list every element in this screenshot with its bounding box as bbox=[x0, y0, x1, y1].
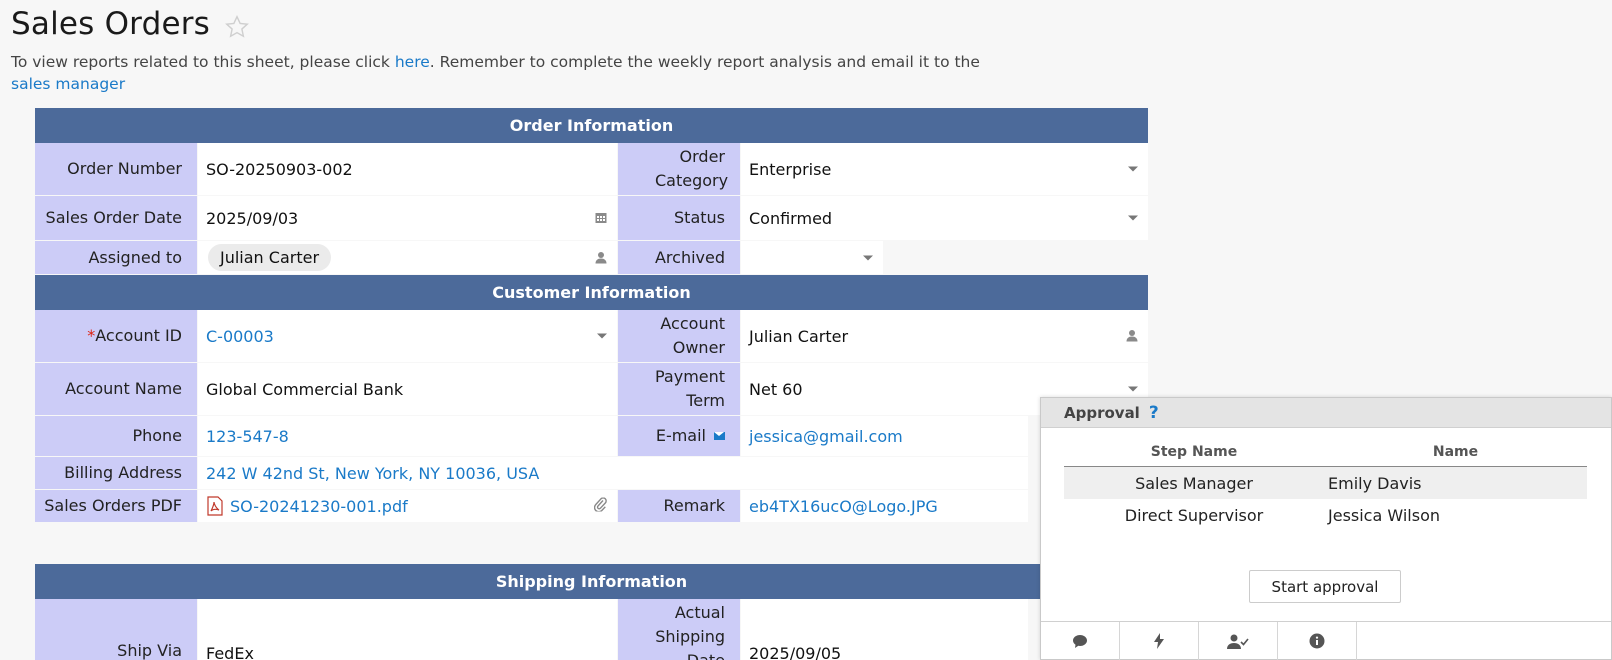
sales-order-date-label: Sales Order Date bbox=[35, 196, 197, 240]
info-icon[interactable] bbox=[1278, 622, 1357, 660]
account-id-label: * Account ID bbox=[35, 310, 197, 362]
assigned-to-label: Assigned to bbox=[35, 241, 197, 274]
start-approval-button[interactable]: Start approval bbox=[1249, 570, 1401, 603]
section-header-shipping: Shipping Information bbox=[35, 564, 1148, 599]
calendar-icon[interactable] bbox=[595, 209, 607, 228]
remark-field[interactable]: eb4TX16ucO@Logo.JPG bbox=[741, 490, 1028, 522]
ship-via-field[interactable]: FedEx bbox=[198, 599, 617, 660]
account-id-select[interactable]: C-00003 bbox=[198, 310, 617, 362]
user-icon[interactable] bbox=[595, 248, 607, 267]
paperclip-icon[interactable] bbox=[593, 497, 607, 516]
comment-icon[interactable] bbox=[1041, 622, 1120, 660]
help-icon[interactable]: ? bbox=[1149, 403, 1159, 423]
assigned-to-field[interactable]: Julian Carter bbox=[198, 241, 617, 274]
account-name-label: Account Name bbox=[35, 363, 197, 415]
title-row: Sales Orders bbox=[11, 6, 250, 42]
order-number-label: Order Number bbox=[35, 143, 197, 195]
phone-label: Phone bbox=[35, 416, 197, 456]
billing-address-field[interactable]: 242 W 42nd St, New York, NY 10036, USA bbox=[198, 457, 1028, 489]
intro-text: To view reports related to this sheet, p… bbox=[11, 53, 980, 93]
column-header-name: Name bbox=[1432, 444, 1479, 460]
chevron-down-icon bbox=[1128, 166, 1138, 172]
name-cell: Jessica Wilson bbox=[1328, 505, 1440, 525]
favorite-star-icon[interactable] bbox=[224, 14, 250, 40]
status-label: Status bbox=[618, 196, 740, 240]
billing-address-label: Billing Address bbox=[35, 457, 197, 489]
actual-shipping-label: Actual Shipping Date bbox=[618, 599, 740, 660]
column-header-step-name: Step Name bbox=[1150, 444, 1238, 460]
remark-label: Remark bbox=[618, 490, 740, 522]
email-label: E-mail bbox=[618, 416, 740, 456]
email-field[interactable]: jessica@gmail.com bbox=[741, 416, 1028, 456]
chevron-down-icon bbox=[1128, 386, 1138, 392]
approval-panel: Approval ? Step Name Name Sales Manager … bbox=[1040, 397, 1612, 660]
user-icon[interactable] bbox=[1126, 327, 1138, 346]
archived-select[interactable] bbox=[741, 241, 883, 274]
order-category-select[interactable]: Enterprise bbox=[741, 143, 1148, 195]
table-row[interactable]: Sales Manager Emily Davis bbox=[1064, 467, 1587, 499]
table-row[interactable]: Direct Supervisor Jessica Wilson bbox=[1064, 499, 1587, 531]
section-header-order: Order Information bbox=[35, 108, 1148, 143]
order-category-label: Order Category bbox=[618, 143, 740, 195]
approval-table-header: Step Name Name bbox=[1064, 438, 1587, 467]
chevron-down-icon bbox=[863, 255, 873, 260]
step-name-cell: Direct Supervisor bbox=[1124, 505, 1264, 525]
sales-manager-link[interactable]: sales manager bbox=[11, 75, 125, 93]
mail-icon bbox=[714, 432, 725, 440]
phone-field[interactable]: 123-547-8 bbox=[198, 416, 617, 456]
account-owner-field[interactable]: Julian Carter bbox=[741, 310, 1148, 362]
lightning-icon[interactable] bbox=[1120, 622, 1199, 660]
approval-table: Step Name Name Sales Manager Emily Davis… bbox=[1064, 438, 1587, 531]
required-mark: * bbox=[87, 326, 96, 345]
reports-link[interactable]: here bbox=[395, 53, 430, 71]
pdf-file-icon bbox=[206, 496, 224, 516]
archived-label: Archived bbox=[618, 241, 740, 274]
page-title: Sales Orders bbox=[11, 6, 211, 42]
name-cell: Emily Davis bbox=[1328, 473, 1422, 493]
approval-title: Approval bbox=[1064, 403, 1140, 422]
order-number-field[interactable]: SO-20250903-002 bbox=[198, 143, 617, 195]
account-name-field[interactable]: Global Commercial Bank bbox=[198, 363, 617, 415]
sales-orders-pdf-label: Sales Orders PDF bbox=[35, 490, 197, 522]
chevron-down-icon bbox=[597, 333, 607, 339]
chevron-down-icon bbox=[1128, 215, 1138, 221]
actual-shipping-field[interactable]: 2025/09/05 bbox=[741, 599, 1028, 660]
sales-orders-pdf-field[interactable]: SO-20241230-001.pdf bbox=[198, 490, 617, 522]
sales-order-date-field[interactable]: 2025/09/03 bbox=[198, 196, 617, 240]
step-name-cell: Sales Manager bbox=[1135, 473, 1253, 493]
user-chip[interactable]: Julian Carter bbox=[208, 244, 332, 271]
payment-term-label: Payment Term bbox=[618, 363, 740, 415]
ship-via-label: Ship Via bbox=[35, 599, 197, 660]
approval-panel-header: Approval ? bbox=[1041, 398, 1611, 428]
section-header-customer: Customer Information bbox=[35, 275, 1148, 310]
user-check-icon[interactable] bbox=[1199, 622, 1278, 660]
panel-footer-toolbar bbox=[1041, 621, 1611, 660]
status-select[interactable]: Confirmed bbox=[741, 196, 1148, 240]
account-owner-label: Account Owner bbox=[618, 310, 740, 362]
